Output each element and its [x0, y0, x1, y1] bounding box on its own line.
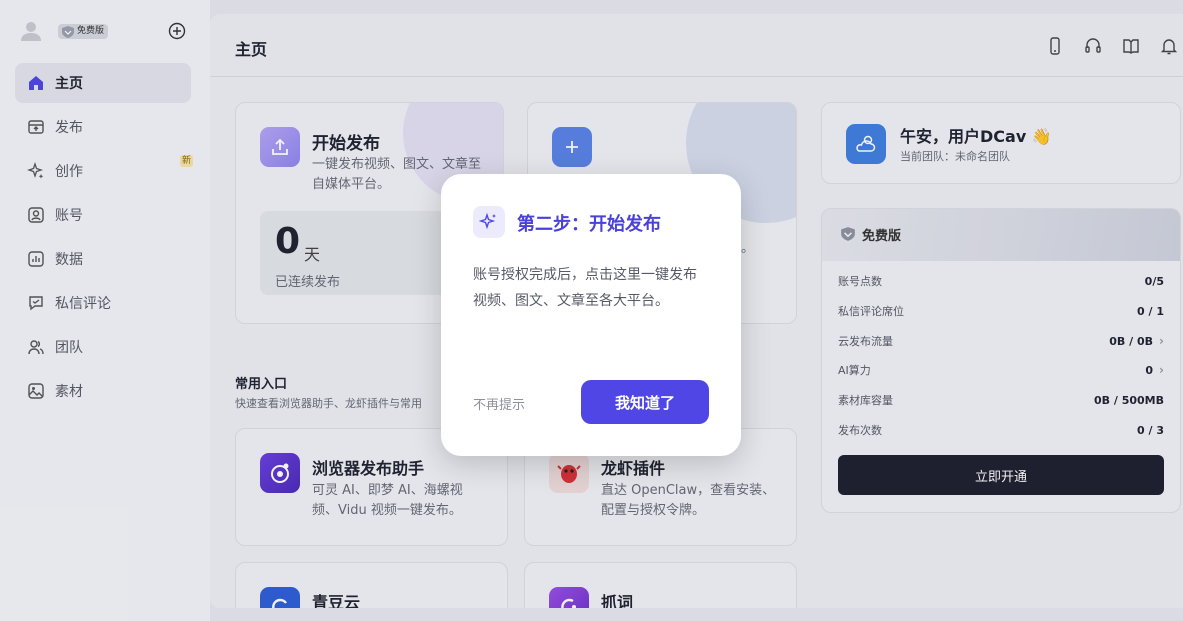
got-it-button[interactable]: 我知道了	[581, 380, 709, 424]
modal-body: 账号授权完成后，点击这里一键发布视频、图文、文章至各大平台。	[473, 267, 697, 309]
sparkle-icon	[473, 206, 505, 238]
dont-show-again-link[interactable]: 不再提示	[473, 394, 525, 413]
modal-title: 第二步：开始发布	[517, 214, 661, 235]
onboarding-modal: 第二步：开始发布 账号授权完成后，点击这里一键发布视频、图文、文章至各大平台。 …	[441, 174, 741, 456]
